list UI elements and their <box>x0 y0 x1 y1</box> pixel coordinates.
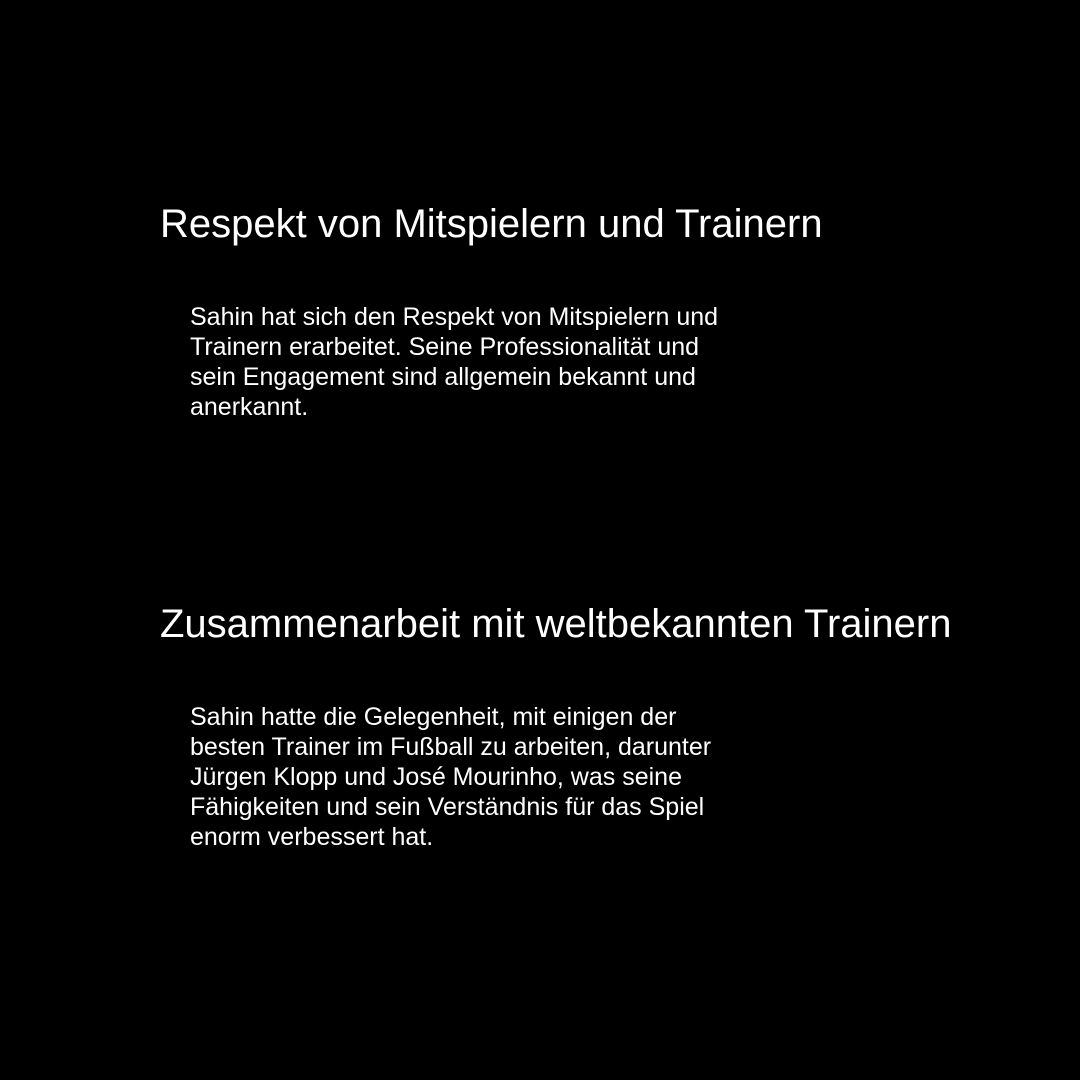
section-respekt: Respekt von Mitspielern und Trainern Sah… <box>160 198 823 422</box>
body-line: enorm verbessert hat. <box>190 823 434 851</box>
body-line: Trainern erarbeitet. Seine Professionali… <box>190 333 700 361</box>
section-heading: Respekt von Mitspielern und Trainern <box>160 202 823 246</box>
section-body: Sahin hatte die Gelegenheit, mit einigen… <box>190 702 790 852</box>
body-line: Sahin hatte die Gelegenheit, mit einigen… <box>190 703 677 731</box>
body-line: Jürgen Klopp und José Mourinho, was sein… <box>190 763 682 791</box>
section-heading: Zusammenarbeit mit weltbekannten Trainer… <box>160 602 952 646</box>
body-line: sein Engagement sind allgemein bekannt u… <box>190 363 696 391</box>
body-line: anerkannt. <box>190 393 309 421</box>
section-zusammenarbeit: Zusammenarbeit mit weltbekannten Trainer… <box>160 598 951 852</box>
section-body: Sahin hat sich den Respekt von Mitspiele… <box>190 302 790 422</box>
body-line: Fähigkeiten und sein Verständnis für das… <box>190 793 705 821</box>
body-line: besten Trainer im Fußball zu arbeiten, d… <box>190 733 712 761</box>
body-line: Sahin hat sich den Respekt von Mitspiele… <box>190 303 719 331</box>
